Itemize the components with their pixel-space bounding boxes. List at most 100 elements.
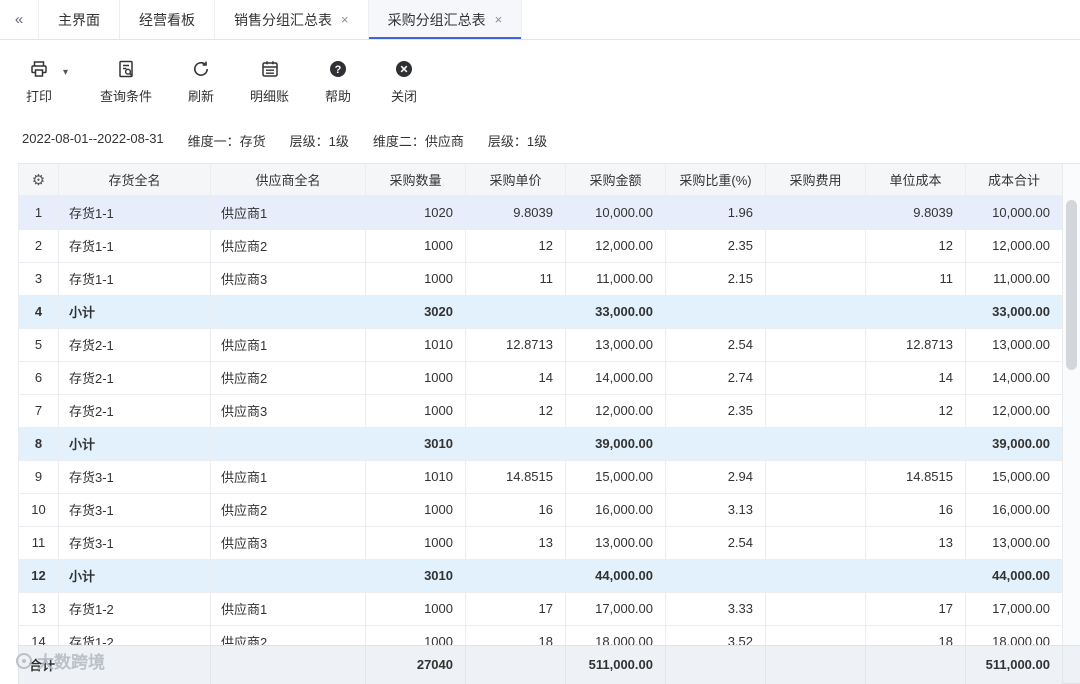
- row-number[interactable]: 14: [18, 625, 59, 646]
- cell[interactable]: 12,000.00: [965, 394, 1063, 428]
- row-number[interactable]: 8: [18, 427, 59, 461]
- cell[interactable]: 供应商1: [210, 196, 366, 230]
- cell[interactable]: [765, 427, 866, 461]
- col-header-cost-total[interactable]: 成本合计: [965, 163, 1063, 196]
- cell[interactable]: 存货2-1: [58, 328, 211, 362]
- cell[interactable]: 1000: [365, 262, 466, 296]
- cell[interactable]: [865, 559, 966, 593]
- cell[interactable]: [665, 295, 766, 329]
- row-number[interactable]: 9: [18, 460, 59, 494]
- cell[interactable]: 14.8515: [865, 460, 966, 494]
- cell[interactable]: 3.13: [665, 493, 766, 527]
- cell[interactable]: 11,000.00: [965, 262, 1063, 296]
- cell[interactable]: 供应商1: [210, 592, 366, 626]
- cell[interactable]: [465, 295, 566, 329]
- cell[interactable]: 1000: [365, 526, 466, 560]
- detail-ledger-button[interactable]: 明细账: [250, 58, 289, 105]
- cell[interactable]: [765, 361, 866, 395]
- cell[interactable]: [765, 295, 866, 329]
- close-tab-icon[interactable]: ×: [341, 13, 349, 26]
- col-header-expense[interactable]: 采购费用: [765, 163, 866, 196]
- row-number[interactable]: 13: [18, 592, 59, 626]
- cell[interactable]: [665, 559, 766, 593]
- cell[interactable]: 2.54: [665, 328, 766, 362]
- cell[interactable]: 1010: [365, 460, 466, 494]
- cell[interactable]: 16: [465, 493, 566, 527]
- cell[interactable]: [765, 592, 866, 626]
- cell[interactable]: 15,000.00: [565, 460, 666, 494]
- cell[interactable]: 供应商3: [210, 262, 366, 296]
- col-header-inventory[interactable]: 存货全名: [58, 163, 211, 196]
- cell[interactable]: [765, 394, 866, 428]
- cell[interactable]: [765, 526, 866, 560]
- col-header-qty[interactable]: 采购数量: [365, 163, 466, 196]
- print-button[interactable]: 打印: [22, 58, 56, 105]
- cell[interactable]: 11: [465, 262, 566, 296]
- cell[interactable]: [765, 559, 866, 593]
- cell[interactable]: 14.8515: [465, 460, 566, 494]
- cell[interactable]: 14,000.00: [965, 361, 1063, 395]
- cell[interactable]: 12,000.00: [565, 229, 666, 263]
- row-number[interactable]: 11: [18, 526, 59, 560]
- cell[interactable]: [465, 559, 566, 593]
- cell[interactable]: 44,000.00: [565, 559, 666, 593]
- cell[interactable]: [765, 262, 866, 296]
- cell[interactable]: 3010: [365, 427, 466, 461]
- row-number[interactable]: 1: [18, 196, 59, 230]
- row-number[interactable]: 2: [18, 229, 59, 263]
- close-button[interactable]: 关闭: [387, 58, 421, 105]
- cell[interactable]: 13,000.00: [565, 328, 666, 362]
- cell[interactable]: 1000: [365, 592, 466, 626]
- cell[interactable]: 18: [465, 625, 566, 646]
- cell[interactable]: [865, 427, 966, 461]
- cell[interactable]: 1000: [365, 394, 466, 428]
- row-number[interactable]: 6: [18, 361, 59, 395]
- cell[interactable]: 供应商2: [210, 493, 366, 527]
- cell[interactable]: 小计: [58, 295, 211, 329]
- cell[interactable]: [765, 493, 866, 527]
- cell[interactable]: 10,000.00: [565, 196, 666, 230]
- cell[interactable]: [765, 328, 866, 362]
- table-row[interactable]: 4 小计 3020 33,000.00 33,000.00: [18, 295, 1063, 329]
- cell[interactable]: [765, 229, 866, 263]
- cell[interactable]: [765, 625, 866, 646]
- cell[interactable]: 1020: [365, 196, 466, 230]
- cell[interactable]: 2.35: [665, 229, 766, 263]
- cell[interactable]: 1.96: [665, 196, 766, 230]
- cell[interactable]: 供应商1: [210, 460, 366, 494]
- table-row[interactable]: 8 小计 3010 39,000.00 39,000.00: [18, 427, 1063, 461]
- cell[interactable]: 14: [865, 361, 966, 395]
- print-dropdown-icon[interactable]: ▾: [63, 67, 68, 78]
- column-settings-icon[interactable]: ⚙: [32, 172, 45, 189]
- cell[interactable]: 13: [865, 526, 966, 560]
- cell[interactable]: 15,000.00: [965, 460, 1063, 494]
- cell[interactable]: 9.8039: [865, 196, 966, 230]
- cell[interactable]: 17,000.00: [965, 592, 1063, 626]
- cell[interactable]: 11: [865, 262, 966, 296]
- refresh-button[interactable]: 刷新: [184, 58, 218, 105]
- cell[interactable]: 存货3-1: [58, 460, 211, 494]
- cell[interactable]: [465, 427, 566, 461]
- col-header-unit-price[interactable]: 采购单价: [465, 163, 566, 196]
- table-row[interactable]: 10 存货3-1 供应商2 1000 16 16,000.00 3.13 16 16,000.0…: [18, 493, 1063, 527]
- cell[interactable]: 12: [465, 229, 566, 263]
- cell[interactable]: 13,000.00: [965, 328, 1063, 362]
- cell[interactable]: 9.8039: [465, 196, 566, 230]
- cell[interactable]: 1000: [365, 493, 466, 527]
- cell[interactable]: 供应商3: [210, 526, 366, 560]
- cell[interactable]: 小计: [58, 427, 211, 461]
- cell[interactable]: 3020: [365, 295, 466, 329]
- cell[interactable]: 12.8713: [865, 328, 966, 362]
- tab-销售分组汇总表[interactable]: 销售分组汇总表 ×: [214, 0, 368, 39]
- cell[interactable]: 存货1-2: [58, 592, 211, 626]
- cell[interactable]: [210, 427, 366, 461]
- cell[interactable]: [765, 460, 866, 494]
- table-row[interactable]: 12 小计 3010 44,000.00 44,000.00: [18, 559, 1063, 593]
- col-header-supplier[interactable]: 供应商全名: [210, 163, 366, 196]
- cell[interactable]: 2.54: [665, 526, 766, 560]
- cell[interactable]: 供应商2: [210, 625, 366, 646]
- scrollbar-thumb[interactable]: [1066, 200, 1077, 370]
- cell[interactable]: 39,000.00: [965, 427, 1063, 461]
- cell[interactable]: 13: [465, 526, 566, 560]
- cell[interactable]: 17: [465, 592, 566, 626]
